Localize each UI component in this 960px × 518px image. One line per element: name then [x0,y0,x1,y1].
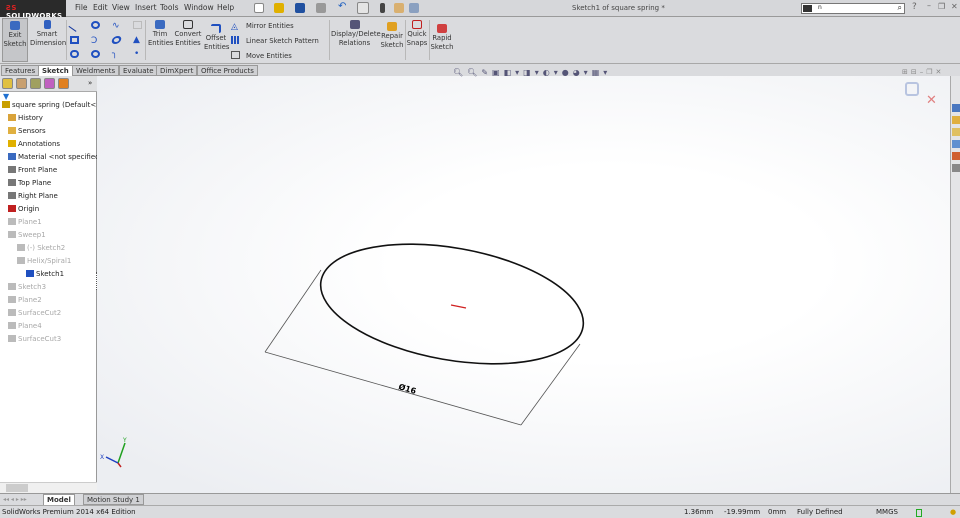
view-palette-tab-icon[interactable] [952,140,960,148]
status-bar: SolidWorks Premium 2014 x64 Edition 1.36… [0,505,960,518]
sketch-ellipse[interactable] [311,226,592,382]
dimension-label[interactable]: Ø16 [397,381,417,396]
triad-icon: YX [100,437,127,468]
tab-motion-study-1[interactable]: Motion Study 1 [83,494,144,505]
file-explorer-tab-icon[interactable] [952,128,960,136]
task-pane-tabs [950,76,960,493]
svg-text:Y: Y [122,437,127,444]
model-tabs: ◂◂ ◂ ▸ ▸▸ Model Motion Study 1 [0,493,960,505]
tab-scroll-arrows[interactable]: ◂◂ ◂ ▸ ▸▸ [3,496,27,503]
edition-label: SolidWorks Premium 2014 x64 Edition [2,508,136,516]
svg-text:X: X [100,454,104,461]
coord-y: -19.99mm [724,508,761,516]
origin-marker-icon [450,304,467,309]
coord-x: 1.36mm [684,508,714,516]
custom-properties-tab-icon[interactable] [952,164,960,172]
quick-tips-icon[interactable] [916,509,922,517]
resources-tab-icon[interactable] [952,104,960,112]
coord-z: 0mm [768,508,787,516]
unit-system-button[interactable]: MMGS [876,508,898,516]
appearances-tab-icon[interactable] [952,152,960,160]
sketch-geometry: Ø16 YX [100,226,592,468]
design-library-tab-icon[interactable] [952,116,960,124]
extension-line-left [264,269,322,353]
rebuild-status-icon[interactable]: ● [950,508,956,516]
sketch-state: Fully Defined [797,508,843,516]
tab-model[interactable]: Model [43,494,75,505]
